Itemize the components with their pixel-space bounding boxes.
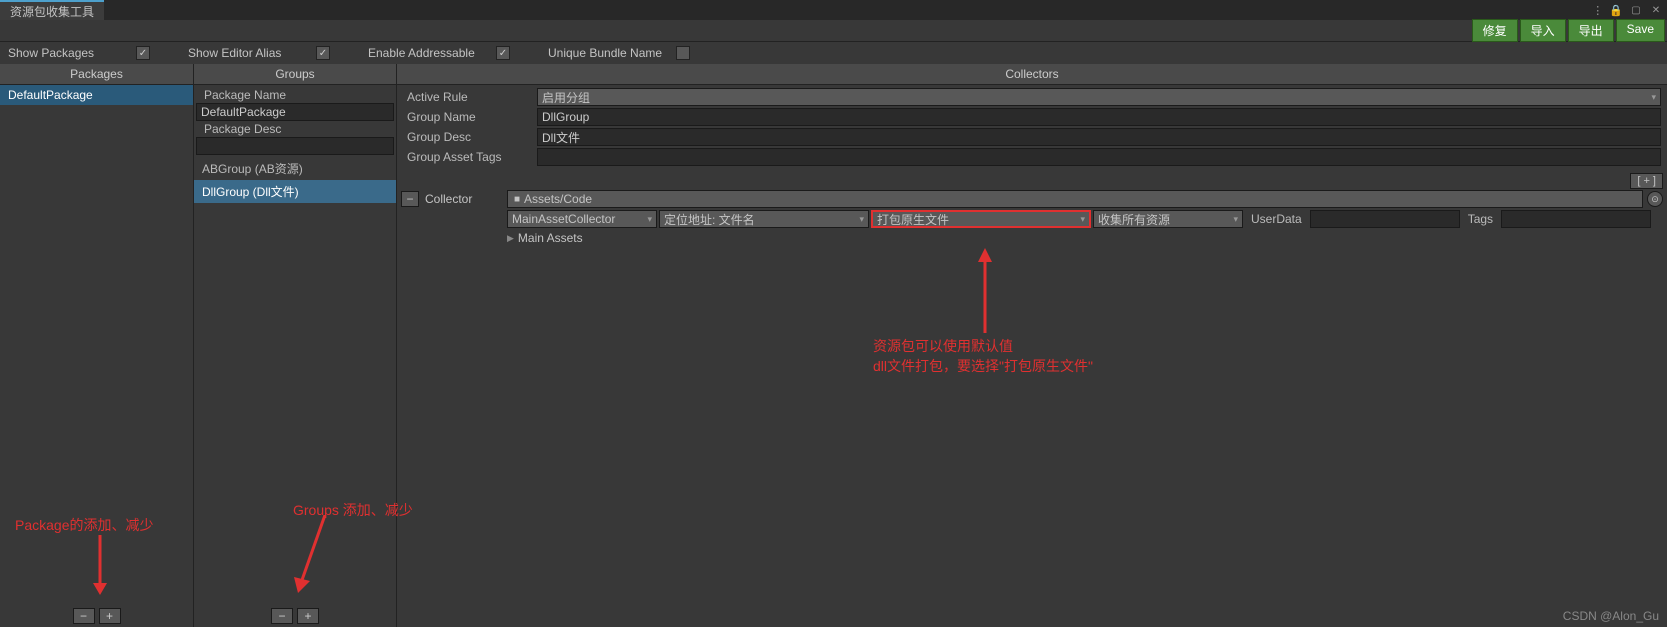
show-editor-alias-checkbox[interactable] bbox=[316, 46, 330, 60]
collectors-header: Collectors bbox=[397, 64, 1667, 85]
packages-panel: Packages DefaultPackage − + bbox=[0, 64, 194, 627]
show-packages-checkbox[interactable] bbox=[136, 46, 150, 60]
tags-input[interactable] bbox=[1501, 210, 1651, 228]
package-item[interactable]: DefaultPackage bbox=[0, 85, 193, 105]
package-add-button[interactable]: + bbox=[99, 608, 121, 624]
group-item[interactable]: DllGroup (Dll文件) bbox=[194, 180, 396, 203]
main-content: Packages DefaultPackage − + Groups Packa… bbox=[0, 64, 1667, 627]
address-rule-dropdown[interactable]: 定位地址: 文件名 bbox=[659, 210, 869, 228]
triangle-icon: ▶ bbox=[507, 233, 514, 244]
group-asset-tags-input[interactable] bbox=[537, 148, 1661, 166]
group-asset-tags-label: Group Asset Tags bbox=[403, 150, 533, 164]
packages-header: Packages bbox=[0, 64, 193, 85]
close-icon[interactable]: ✕ bbox=[1649, 3, 1663, 17]
collectors-panel: Collectors Active Rule 启用分组 Group Name G… bbox=[397, 64, 1667, 627]
active-rule-label: Active Rule bbox=[403, 90, 533, 104]
package-name-label: Package Name bbox=[200, 88, 286, 102]
userdata-label: UserData bbox=[1245, 212, 1308, 226]
add-collector-button[interactable]: [ + ] bbox=[1630, 173, 1663, 189]
enable-addressable-checkbox[interactable] bbox=[496, 46, 510, 60]
pack-rule-dropdown[interactable]: 打包原生文件 bbox=[871, 210, 1091, 228]
target-icon[interactable]: ⊙ bbox=[1647, 191, 1663, 207]
fix-button[interactable]: 修复 bbox=[1472, 19, 1518, 42]
enable-addressable-label: Enable Addressable bbox=[368, 46, 488, 60]
export-button[interactable]: 导出 bbox=[1568, 19, 1614, 42]
window-title: 资源包收集工具 bbox=[10, 3, 94, 20]
groups-buttons: − + bbox=[194, 605, 396, 627]
remove-collector-button[interactable]: − bbox=[401, 191, 419, 207]
filter-rule-dropdown[interactable]: 收集所有资源 bbox=[1093, 210, 1243, 228]
show-packages-label: Show Packages bbox=[8, 46, 128, 60]
packages-list: DefaultPackage bbox=[0, 85, 193, 605]
groups-panel: Groups Package Name Package Desc ABGroup… bbox=[194, 64, 397, 627]
groups-header: Groups bbox=[194, 64, 396, 85]
import-button[interactable]: 导入 bbox=[1520, 19, 1566, 42]
save-button[interactable]: Save bbox=[1616, 19, 1665, 42]
active-rule-dropdown[interactable]: 启用分组 bbox=[537, 88, 1661, 106]
group-desc-label: Group Desc bbox=[403, 130, 533, 144]
folder-icon: ■ bbox=[514, 194, 520, 205]
unique-bundle-name-checkbox[interactable] bbox=[676, 46, 690, 60]
maximize-icon[interactable]: ▢ bbox=[1629, 3, 1643, 17]
package-desc-input[interactable] bbox=[196, 137, 394, 155]
groups-list: ABGroup (AB资源) DllGroup (Dll文件) bbox=[194, 157, 396, 605]
options-row: Show Packages Show Editor Alias Enable A… bbox=[0, 42, 1667, 64]
group-name-label: Group Name bbox=[403, 110, 533, 124]
group-item[interactable]: ABGroup (AB资源) bbox=[194, 157, 396, 180]
unique-bundle-name-label: Unique Bundle Name bbox=[548, 46, 668, 60]
group-name-input[interactable] bbox=[537, 108, 1661, 126]
collector-label: Collector bbox=[423, 192, 503, 206]
group-desc-input[interactable] bbox=[537, 128, 1661, 146]
package-desc-label: Package Desc bbox=[200, 122, 281, 136]
package-name-input[interactable] bbox=[196, 103, 394, 121]
toolbar: 修复 导入 导出 Save bbox=[0, 20, 1667, 42]
show-editor-alias-label: Show Editor Alias bbox=[188, 46, 308, 60]
collector-path[interactable]: ■ Assets/Code bbox=[507, 190, 1643, 208]
main-collector-dropdown[interactable]: MainAssetCollector bbox=[507, 210, 657, 228]
main-assets-foldout[interactable]: ▶ Main Assets bbox=[399, 229, 1665, 247]
window-tab[interactable]: 资源包收集工具 bbox=[0, 0, 104, 20]
tags-label: Tags bbox=[1462, 212, 1499, 226]
userdata-input[interactable] bbox=[1310, 210, 1460, 228]
package-remove-button[interactable]: − bbox=[73, 608, 95, 624]
lock-icon[interactable]: 🔒 bbox=[1609, 4, 1623, 17]
menu-dots-icon[interactable]: ⋮ bbox=[1592, 4, 1603, 17]
group-remove-button[interactable]: − bbox=[271, 608, 293, 624]
title-bar: 资源包收集工具 ⋮ 🔒 ▢ ✕ bbox=[0, 0, 1667, 20]
packages-buttons: − + bbox=[0, 605, 193, 627]
group-add-button[interactable]: + bbox=[297, 608, 319, 624]
watermark: CSDN @Alon_Gu bbox=[1563, 609, 1659, 623]
